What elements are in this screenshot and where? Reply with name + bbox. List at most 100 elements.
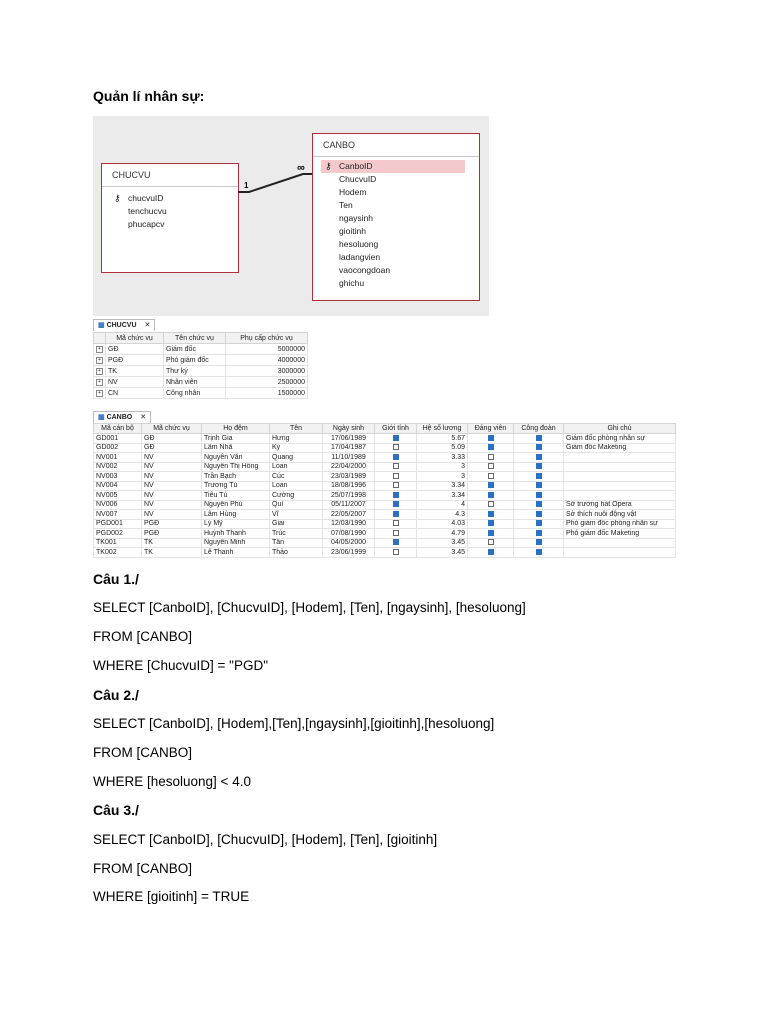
checked-checkbox[interactable] bbox=[487, 520, 494, 527]
table-cell[interactable]: 22/04/2000 bbox=[322, 461, 375, 472]
table-cell[interactable]: Trương Tú bbox=[201, 480, 270, 491]
table-cell[interactable]: TK bbox=[141, 537, 202, 548]
table-cell[interactable]: Tiêu Tú bbox=[201, 490, 270, 501]
table-cell[interactable] bbox=[563, 490, 676, 501]
checkbox-cell[interactable] bbox=[513, 518, 564, 529]
expand-icon[interactable]: + bbox=[93, 387, 106, 399]
column-header[interactable]: Hệ số lương bbox=[416, 423, 468, 434]
checked-checkbox[interactable] bbox=[535, 548, 542, 555]
table-row[interactable]: + TK Thư ký 3000000 bbox=[93, 365, 308, 377]
checkbox-cell[interactable] bbox=[513, 490, 564, 501]
table-cell[interactable]: TK bbox=[105, 365, 164, 377]
table-cell[interactable]: PGĐ bbox=[141, 528, 202, 539]
unchecked-checkbox[interactable] bbox=[392, 529, 399, 536]
checked-checkbox[interactable] bbox=[487, 444, 494, 451]
table-cell[interactable]: 4 bbox=[416, 499, 468, 510]
column-header[interactable]: Phụ cấp chức vụ bbox=[225, 332, 308, 344]
table-cell[interactable] bbox=[563, 471, 676, 482]
table-cell[interactable]: 17/04/1987 bbox=[322, 442, 375, 453]
table-cell[interactable]: 5.09 bbox=[416, 442, 468, 453]
checked-checkbox[interactable] bbox=[535, 463, 542, 470]
checked-checkbox[interactable] bbox=[392, 491, 399, 498]
table-cell[interactable]: 12/03/1990 bbox=[322, 518, 375, 529]
table-cell[interactable]: 4.79 bbox=[416, 528, 468, 539]
table-row[interactable]: + CN Công nhân 1500000 bbox=[93, 387, 308, 399]
table-cell[interactable]: Phó giám đốc Maketing bbox=[563, 528, 676, 539]
checked-checkbox[interactable] bbox=[535, 444, 542, 451]
table-cell[interactable]: 4.03 bbox=[416, 518, 468, 529]
table-cell[interactable]: 4.3 bbox=[416, 509, 468, 520]
table-cell[interactable]: Trần Bạch bbox=[201, 471, 270, 482]
table-cell[interactable]: Giai bbox=[269, 518, 323, 529]
table-cell[interactable]: Công nhân bbox=[163, 387, 226, 399]
table-cell[interactable]: Sở trường hát Opera bbox=[563, 499, 676, 510]
table-cell[interactable]: 3.45 bbox=[416, 547, 468, 558]
table-cell[interactable]: Thư ký bbox=[163, 365, 226, 377]
table-cell[interactable]: GD002 bbox=[93, 442, 142, 453]
table-cell[interactable]: Quang bbox=[269, 452, 323, 463]
checkbox-cell[interactable] bbox=[374, 442, 417, 453]
checkbox-cell[interactable] bbox=[513, 509, 564, 520]
table-cell[interactable]: Lý Mỹ bbox=[201, 518, 270, 529]
table-cell[interactable]: 5.67 bbox=[416, 433, 468, 444]
checked-checkbox[interactable] bbox=[535, 453, 542, 460]
table-cell[interactable]: 23/03/1989 bbox=[322, 471, 375, 482]
checkbox-cell[interactable] bbox=[467, 480, 514, 491]
table-cell[interactable]: 5000000 bbox=[225, 343, 308, 355]
table-cell[interactable]: Nguyễn Thị Hồng bbox=[201, 461, 270, 472]
checked-checkbox[interactable] bbox=[392, 501, 399, 508]
table-cell[interactable]: 2500000 bbox=[225, 376, 308, 388]
checked-checkbox[interactable] bbox=[535, 510, 542, 517]
table-cell[interactable]: PGĐ bbox=[141, 518, 202, 529]
table-cell[interactable]: 23/06/1999 bbox=[322, 547, 375, 558]
table-cell[interactable]: NV bbox=[141, 471, 202, 482]
table-cell[interactable]: 3.34 bbox=[416, 480, 468, 491]
table-cell[interactable]: TK002 bbox=[93, 547, 142, 558]
unchecked-checkbox[interactable] bbox=[392, 520, 399, 527]
table-cell[interactable]: Trúc bbox=[269, 528, 323, 539]
table-cell[interactable]: NV bbox=[105, 376, 164, 388]
table-cell[interactable]: 25/07/1998 bbox=[322, 490, 375, 501]
table-row[interactable]: NV003 NV Trần Bạch Cúc 23/03/1989 3 bbox=[93, 471, 676, 482]
table-cell[interactable]: 3000000 bbox=[225, 365, 308, 377]
table-cell[interactable]: NV bbox=[141, 452, 202, 463]
checkbox-cell[interactable] bbox=[374, 518, 417, 529]
checkbox-cell[interactable] bbox=[467, 509, 514, 520]
table-cell[interactable]: Quí bbox=[269, 499, 323, 510]
table-cell[interactable] bbox=[563, 452, 676, 463]
table-row[interactable]: PGD001 PGĐ Lý Mỹ Giai 12/03/1990 4.03 Phó giám… bbox=[93, 518, 676, 529]
unchecked-checkbox[interactable] bbox=[392, 482, 399, 489]
checked-checkbox[interactable] bbox=[487, 529, 494, 536]
table-cell[interactable]: Lâm Nhã bbox=[201, 442, 270, 453]
table-row[interactable]: NV001 NV Nguyễn Văn Quang 11/10/1989 3.33 bbox=[93, 452, 676, 463]
table-cell[interactable]: 18/08/1996 bbox=[322, 480, 375, 491]
table-cell[interactable]: Loan bbox=[269, 480, 323, 491]
unchecked-checkbox[interactable] bbox=[487, 472, 494, 479]
checkbox-cell[interactable] bbox=[374, 433, 417, 444]
table-cell[interactable]: Nguyễn Minh bbox=[201, 537, 270, 548]
canbo-table-box[interactable]: CANBO CanboID ChucvuID Hodem Ten ngaysin… bbox=[312, 133, 480, 301]
checkbox-cell[interactable] bbox=[467, 452, 514, 463]
table-cell[interactable]: Lê Thanh bbox=[201, 547, 270, 558]
table-cell[interactable]: TK001 bbox=[93, 537, 142, 548]
close-icon[interactable]: ✕ bbox=[145, 322, 151, 329]
column-header[interactable]: Mã chức vụ bbox=[141, 423, 202, 434]
table-row[interactable]: PGD002 PGĐ Huỳnh Thanh Trúc 07/08/1990 4.79 Ph… bbox=[93, 528, 676, 539]
column-header[interactable]: Mã chức vụ bbox=[105, 332, 164, 344]
table-cell[interactable]: 4000000 bbox=[225, 354, 308, 366]
table-cell[interactable]: 17/06/1989 bbox=[322, 433, 375, 444]
column-header[interactable]: Công đoàn bbox=[513, 423, 564, 434]
checkbox-cell[interactable] bbox=[467, 518, 514, 529]
table-cell[interactable]: Giám đốc phòng nhân sự bbox=[563, 433, 676, 444]
table-row[interactable]: TK002 TK Lê Thanh Thảo 23/06/1999 3.45 bbox=[93, 547, 676, 558]
checkbox-cell[interactable] bbox=[374, 499, 417, 510]
unchecked-checkbox[interactable] bbox=[392, 463, 399, 470]
table-cell[interactable]: Giám đốc bbox=[163, 343, 226, 355]
unchecked-checkbox[interactable] bbox=[487, 463, 494, 470]
checked-checkbox[interactable] bbox=[487, 434, 494, 441]
column-header[interactable]: Tên bbox=[269, 423, 323, 434]
table-cell[interactable]: Nguyễn Phú bbox=[201, 499, 270, 510]
table-row[interactable]: GD002 GĐ Lâm Nhã Kỳ 17/04/1987 5.09 Giám đốc M… bbox=[93, 442, 676, 453]
checkbox-cell[interactable] bbox=[374, 528, 417, 539]
column-header[interactable]: Ngày sinh bbox=[322, 423, 375, 434]
